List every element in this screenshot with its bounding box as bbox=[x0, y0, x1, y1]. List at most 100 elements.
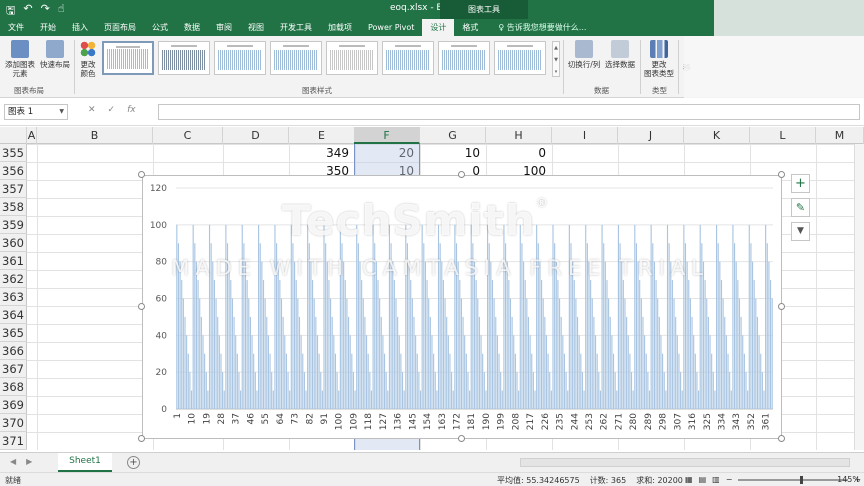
bar[interactable] bbox=[588, 261, 590, 409]
bar[interactable] bbox=[596, 353, 598, 409]
bar[interactable] bbox=[349, 335, 351, 409]
bar[interactable] bbox=[230, 280, 232, 409]
bar[interactable] bbox=[279, 280, 281, 409]
bar[interactable] bbox=[282, 316, 284, 409]
bar[interactable] bbox=[380, 316, 382, 409]
row-header-359[interactable]: 359 bbox=[0, 216, 27, 234]
bar[interactable] bbox=[253, 353, 255, 409]
row-header-364[interactable]: 364 bbox=[0, 306, 27, 324]
bar[interactable] bbox=[676, 335, 678, 409]
bar[interactable] bbox=[680, 372, 682, 409]
bar[interactable] bbox=[523, 261, 525, 409]
bar[interactable] bbox=[246, 280, 248, 409]
bar[interactable] bbox=[526, 298, 528, 410]
bar[interactable] bbox=[346, 298, 348, 410]
chart-style-5[interactable] bbox=[326, 41, 378, 75]
bar[interactable] bbox=[455, 243, 458, 409]
bar[interactable] bbox=[537, 243, 539, 409]
bar[interactable] bbox=[614, 372, 616, 409]
bar[interactable] bbox=[226, 243, 229, 409]
bar[interactable] bbox=[500, 372, 502, 409]
select-all-corner[interactable] bbox=[0, 127, 27, 144]
bar[interactable] bbox=[516, 372, 518, 409]
bar[interactable] bbox=[259, 243, 261, 409]
bar[interactable] bbox=[576, 316, 579, 409]
bar[interactable] bbox=[478, 316, 480, 409]
tab-10[interactable]: Power Pivot bbox=[360, 19, 422, 36]
bar[interactable] bbox=[755, 298, 757, 410]
bar[interactable] bbox=[751, 261, 754, 409]
bar[interactable] bbox=[765, 224, 767, 409]
bar[interactable] bbox=[635, 243, 637, 409]
resize-handle-bottom-left[interactable] bbox=[138, 435, 145, 442]
bar[interactable] bbox=[426, 280, 428, 409]
bar[interactable] bbox=[473, 261, 476, 409]
bar[interactable] bbox=[228, 261, 230, 409]
bar[interactable] bbox=[449, 353, 451, 409]
bar[interactable] bbox=[608, 298, 610, 410]
bar[interactable] bbox=[472, 243, 474, 409]
bar[interactable] bbox=[771, 298, 773, 410]
bar[interactable] bbox=[186, 335, 188, 409]
bar[interactable] bbox=[401, 372, 404, 409]
bar[interactable] bbox=[444, 298, 446, 410]
bar[interactable] bbox=[406, 243, 409, 409]
bar[interactable] bbox=[740, 316, 742, 409]
bar[interactable] bbox=[457, 261, 459, 409]
bar[interactable] bbox=[485, 390, 487, 409]
bar[interactable] bbox=[539, 261, 541, 409]
bar[interactable] bbox=[673, 298, 675, 410]
bar[interactable] bbox=[403, 390, 405, 409]
chart-style-3[interactable] bbox=[214, 41, 266, 75]
chart-style-7[interactable] bbox=[438, 41, 490, 75]
bar[interactable] bbox=[653, 261, 655, 409]
tab-5[interactable]: 数据 bbox=[176, 19, 208, 36]
bar[interactable] bbox=[254, 372, 256, 409]
bar[interactable] bbox=[190, 390, 193, 409]
switch-row-column-button[interactable]: 切换行/列 bbox=[566, 40, 602, 69]
bar[interactable] bbox=[760, 353, 762, 409]
bar[interactable] bbox=[691, 316, 693, 409]
chart-style-8[interactable] bbox=[494, 41, 546, 75]
bar[interactable] bbox=[627, 335, 629, 409]
bar[interactable] bbox=[586, 243, 588, 409]
bar[interactable] bbox=[393, 280, 395, 409]
bar[interactable] bbox=[684, 243, 687, 409]
bar[interactable] bbox=[611, 335, 613, 409]
bar[interactable] bbox=[665, 390, 667, 409]
bar[interactable] bbox=[181, 280, 183, 409]
bar[interactable] bbox=[362, 298, 364, 410]
tab-3[interactable]: 页面布局 bbox=[96, 19, 144, 36]
row-header-362[interactable]: 362 bbox=[0, 270, 27, 288]
bar[interactable] bbox=[390, 243, 392, 409]
add-sheet-icon[interactable]: + bbox=[127, 456, 140, 469]
bar[interactable] bbox=[519, 224, 521, 409]
bar[interactable] bbox=[285, 353, 287, 409]
bar[interactable] bbox=[387, 390, 389, 409]
bar[interactable] bbox=[218, 335, 220, 409]
row-header-371[interactable]: 371 bbox=[0, 432, 27, 450]
bar[interactable] bbox=[462, 316, 464, 409]
bar[interactable] bbox=[370, 390, 373, 409]
bar[interactable] bbox=[341, 243, 343, 409]
bar[interactable] bbox=[671, 280, 673, 409]
bar[interactable] bbox=[686, 261, 688, 409]
bar[interactable] bbox=[356, 224, 358, 409]
bar[interactable] bbox=[205, 372, 207, 409]
bar[interactable] bbox=[222, 372, 224, 409]
bar[interactable] bbox=[737, 280, 739, 409]
bar[interactable] bbox=[701, 243, 703, 409]
bar[interactable] bbox=[572, 261, 574, 409]
row-header-355[interactable]: 355 bbox=[0, 144, 27, 162]
bar[interactable] bbox=[583, 390, 585, 409]
row-header-368[interactable]: 368 bbox=[0, 378, 27, 396]
bar[interactable] bbox=[351, 353, 353, 409]
bar[interactable] bbox=[292, 243, 294, 409]
bar[interactable] bbox=[490, 261, 492, 409]
bar[interactable] bbox=[256, 390, 258, 409]
column-header-e[interactable]: E bbox=[289, 127, 355, 144]
bar[interactable] bbox=[357, 243, 359, 409]
bar[interactable] bbox=[629, 353, 631, 409]
bar[interactable] bbox=[208, 224, 211, 409]
next-sheet-icon[interactable]: ▶ bbox=[26, 457, 32, 466]
